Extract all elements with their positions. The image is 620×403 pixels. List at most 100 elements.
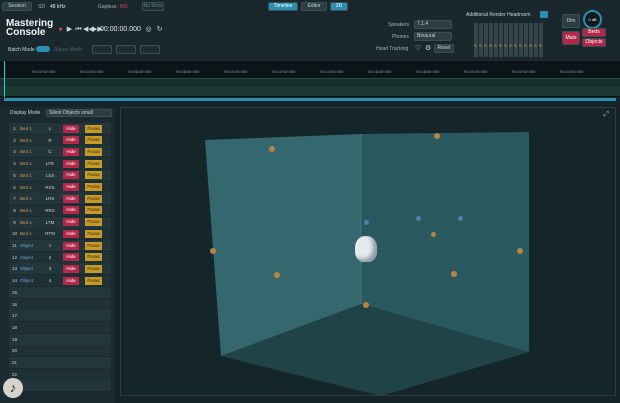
hide-button[interactable]: Hide	[63, 264, 79, 273]
focus-button[interactable]: Focus	[85, 171, 102, 180]
channel-row[interactable]: 14 Object 4 Hide Focus	[9, 275, 111, 287]
sync-icon[interactable]: ◎	[144, 25, 153, 34]
row-channel: L	[48, 126, 52, 131]
object-dot[interactable]	[458, 216, 463, 221]
tab-timeline[interactable]: Timeline	[268, 2, 298, 11]
focus-button[interactable]: Focus	[85, 124, 102, 133]
hide-button[interactable]: Hide	[63, 194, 79, 203]
channel-row-empty[interactable]: 21	[9, 357, 111, 368]
channel-row[interactable]: 8 Bed 1 RRS Hide Focus	[9, 204, 111, 216]
scrollbar[interactable]	[4, 98, 616, 101]
focus-button[interactable]: Focus	[85, 194, 102, 203]
hide-button[interactable]: Hide	[63, 183, 79, 191]
hide-button[interactable]: Hide	[63, 136, 79, 145]
render-meter-bar: S	[504, 23, 508, 57]
timeline-tick-label: 00:24:00.000	[560, 69, 584, 74]
record-button[interactable]: ●	[56, 25, 65, 34]
hide-button[interactable]: Hide	[63, 124, 79, 133]
channel-row-empty[interactable]: 18	[9, 321, 111, 333]
timeline-lane-2[interactable]	[0, 87, 620, 96]
beds-button[interactable]: Beds	[582, 28, 606, 37]
row-channel: R	[48, 137, 52, 143]
speaker-dot[interactable]	[451, 271, 457, 277]
focus-button[interactable]: Focus	[85, 218, 102, 227]
object-dot[interactable]	[416, 216, 421, 221]
timeline-lane-1[interactable]	[0, 78, 620, 87]
channel-row[interactable]: 1 Bed 1 L Hide Focus	[9, 123, 111, 134]
3d-viewport[interactable]: ⤢	[120, 107, 616, 396]
focus-button[interactable]: Focus	[85, 159, 102, 168]
channel-row[interactable]: 5 Bed 1 LSS Hide Focus	[9, 169, 111, 181]
channel-row-empty[interactable]: 19	[9, 333, 111, 345]
focus-button[interactable]: Focus	[85, 264, 102, 273]
expand-icon[interactable]: ⤢	[603, 111, 609, 119]
focus-button[interactable]: Focus	[85, 136, 102, 145]
object-dot[interactable]	[364, 220, 369, 225]
channel-row-empty[interactable]: 16	[9, 298, 111, 310]
channel-row[interactable]: 4 Bed 1 LFE Hide Focus	[9, 158, 111, 170]
channel-row-empty[interactable]: 20	[9, 345, 111, 357]
mute-button[interactable]: Mute	[562, 31, 580, 45]
hide-button[interactable]: Hide	[63, 171, 79, 180]
tab-3d[interactable]: 3D	[330, 2, 348, 11]
speakers-select[interactable]: 7.1.4	[414, 20, 452, 29]
hide-button[interactable]: Hide	[63, 206, 79, 215]
hide-button[interactable]: Hide	[63, 229, 79, 238]
channel-row-empty[interactable]: 23	[9, 380, 111, 392]
tab-editor[interactable]: Editor	[301, 2, 327, 11]
heart-icon[interactable]: ♡	[415, 44, 421, 52]
channel-row-empty[interactable]: 22	[9, 368, 111, 380]
focus-button[interactable]: Focus	[85, 253, 102, 262]
channel-row[interactable]: 7 Bed 1 LRS Hide Focus	[9, 193, 111, 205]
channel-row[interactable]: 9 Bed 1 LTM Hide Focus	[9, 216, 111, 228]
focus-button[interactable]: Focus	[85, 229, 102, 238]
dim-button[interactable]: Dim	[562, 14, 580, 28]
channel-row[interactable]: 2 Bed 1 R Hide Focus	[9, 134, 111, 146]
hide-button[interactable]: Hide	[63, 159, 79, 168]
channel-row-empty[interactable]: 15	[9, 286, 111, 298]
timeline-tick-label: 00:06:00.000	[128, 69, 152, 74]
row-type: Bed 1	[20, 196, 32, 202]
speaker-dot[interactable]	[363, 302, 369, 308]
speaker-dot[interactable]	[210, 248, 216, 254]
channel-row[interactable]: 13 Object 3 Hide Focus	[9, 263, 111, 275]
settings-icon[interactable]: ⚙	[425, 44, 431, 52]
display-mode-select[interactable]: Silent Objects small	[46, 109, 112, 117]
focus-button[interactable]: Focus	[85, 206, 102, 215]
channel-row[interactable]: 11 Object 1 Hide Focus	[9, 240, 111, 251]
focus-button[interactable]: Focus	[85, 147, 102, 156]
phones-select[interactable]: Binaural	[414, 32, 452, 41]
focus-button[interactable]: Focus	[85, 183, 102, 191]
playhead[interactable]	[4, 61, 5, 97]
focus-button[interactable]: Focus	[85, 276, 102, 285]
back-button[interactable]: ◀◀	[83, 25, 94, 34]
loop-icon[interactable]: ↻	[155, 25, 164, 34]
rewind-button[interactable]: ⏮	[74, 25, 83, 34]
hide-button[interactable]: Hide	[63, 253, 79, 262]
reset-button[interactable]: Reset	[434, 44, 454, 53]
speaker-dot[interactable]	[431, 232, 436, 237]
channel-row[interactable]: 6 Bed 1 RSS Hide Focus	[9, 181, 111, 193]
volume-knob[interactable]: 0 dB	[583, 10, 602, 29]
hide-button[interactable]: Hide	[63, 147, 79, 156]
speaker-dot[interactable]	[517, 248, 523, 254]
session-button[interactable]: Session	[2, 2, 32, 11]
timeline-tick-label: 00:16:00.000	[368, 69, 392, 74]
speaker-dot[interactable]	[274, 272, 280, 278]
channel-row[interactable]: 12 Object 2 Hide Focus	[9, 251, 111, 263]
channel-row[interactable]: 3 Bed 1 C Hide Focus	[9, 146, 111, 158]
hide-button[interactable]: Hide	[63, 241, 79, 250]
speaker-dot[interactable]	[434, 133, 440, 139]
batch-mode-toggle[interactable]	[36, 46, 50, 52]
channel-row-empty[interactable]: 17	[9, 310, 111, 322]
hide-button[interactable]: Hide	[63, 218, 79, 227]
objects-button[interactable]: Objects	[582, 38, 606, 47]
row-number: 4	[13, 161, 16, 167]
focus-button[interactable]: Focus	[85, 241, 102, 250]
render-checkbox[interactable]	[540, 11, 548, 18]
speaker-dot[interactable]	[269, 146, 275, 152]
hide-button[interactable]: Hide	[63, 276, 79, 285]
play-button[interactable]: ▶	[65, 25, 74, 34]
render-meter-bar: S	[474, 23, 478, 57]
channel-row[interactable]: 10 Bed 1 RTM Hide Focus	[9, 228, 111, 240]
